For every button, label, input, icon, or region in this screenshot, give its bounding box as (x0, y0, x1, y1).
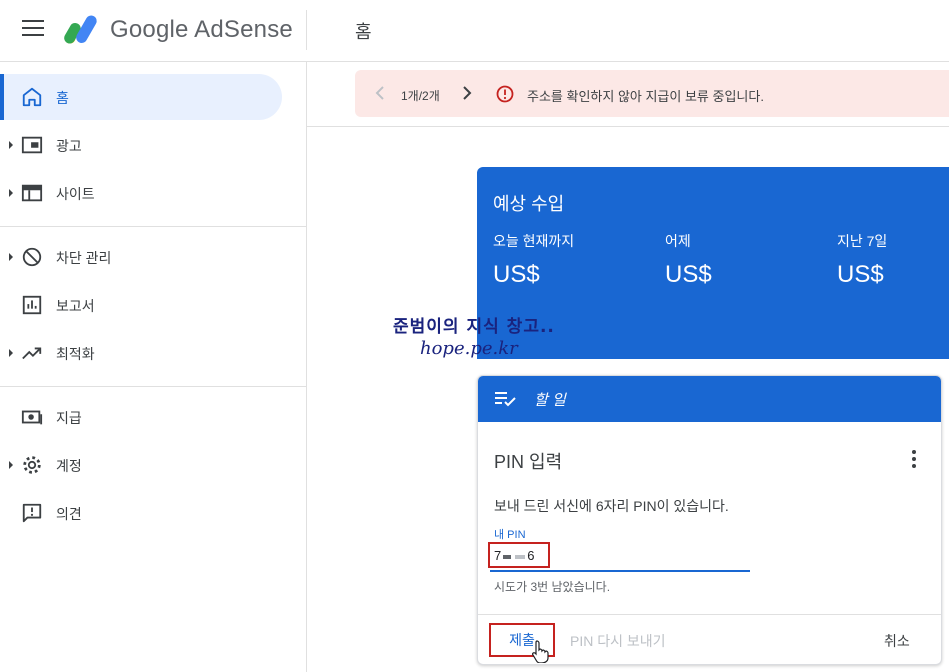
expand-caret-icon[interactable] (9, 349, 13, 357)
top-app-bar: Google AdSense 홈 (0, 0, 949, 62)
earnings-yesterday: 어제 US$ (665, 231, 712, 289)
sidebar-item-ads[interactable]: 광고 (0, 122, 282, 168)
hamburger-menu-icon[interactable] (22, 20, 44, 38)
pin-value-highlight[interactable]: 76 (488, 542, 550, 568)
sidebar-item-label: 광고 (56, 138, 82, 154)
earnings-value: US$ (665, 261, 712, 288)
sidebar-divider (0, 386, 306, 387)
ad-unit-icon (21, 136, 43, 154)
attempts-remaining: 시도가 3번 남았습니다. (494, 580, 611, 594)
more-vert-icon[interactable] (902, 448, 926, 472)
chevron-right-icon[interactable] (460, 84, 474, 102)
sidebar-item-label: 보고서 (56, 298, 95, 314)
masked-digit (515, 554, 526, 559)
block-icon (22, 247, 42, 267)
pin-card-title: PIN 입력 (494, 452, 563, 472)
pin-last-digit: 6 (527, 548, 535, 563)
sidebar-item-blocking[interactable]: 차단 관리 (0, 234, 282, 280)
sidebar-item-label: 차단 관리 (56, 250, 112, 266)
watermark-text: 준범이의 지식 창고.. (393, 317, 555, 337)
todo-header: 할 일 (478, 376, 941, 422)
earnings-last-7-days: 지난 7일 US$ (837, 231, 887, 289)
earnings-label: 어제 (665, 233, 691, 249)
expand-caret-icon[interactable] (9, 141, 13, 149)
header-divider (306, 10, 307, 50)
earnings-title: 예상 수입 (493, 194, 565, 214)
payment-hold-alert: 1개/2개 주소를 확인하지 않아 지급이 보류 중입니다. (355, 70, 949, 117)
page-title: 홈 (355, 22, 372, 42)
sidebar-item-optimization[interactable]: 최적화 (0, 330, 282, 376)
sidebar-item-label: 최적화 (56, 346, 95, 362)
chevron-left-icon[interactable] (373, 84, 387, 102)
alert-message: 주소를 확인하지 않아 지급이 보류 중입니다. (527, 89, 764, 104)
sidebar-item-label: 사이트 (56, 186, 95, 202)
alert-counter: 1개/2개 (401, 89, 440, 103)
expand-caret-icon[interactable] (9, 253, 13, 261)
todo-actions: 제출 PIN 다시 보내기 취소 (478, 614, 941, 664)
sidebar-item-reports[interactable]: 보고서 (0, 282, 282, 328)
pin-field-label: 내 PIN (494, 529, 526, 541)
todo-title: 할 일 (534, 392, 566, 409)
earnings-value: US$ (493, 261, 540, 288)
trending-up-icon (22, 347, 42, 360)
bar-chart-icon (22, 295, 42, 315)
earnings-label: 오늘 현재까지 (493, 233, 575, 249)
brand-name: Google AdSense (110, 16, 293, 43)
pin-first-digit: 7 (494, 548, 502, 563)
todo-card: 할 일 PIN 입력 보내 드린 서신에 6자리 PIN이 있습니다. 내 PI… (477, 375, 942, 665)
pin-description: 보내 드린 서신에 6자리 PIN이 있습니다. (494, 498, 729, 514)
active-indicator (0, 74, 4, 120)
expand-caret-icon[interactable] (9, 461, 13, 469)
gear-icon (23, 456, 41, 474)
error-icon (496, 85, 514, 103)
watermark-url: hope.pe.kr (420, 338, 518, 359)
sidebar-item-sites[interactable]: 사이트 (0, 170, 282, 216)
sidebar-item-feedback[interactable]: 의견 (0, 490, 282, 536)
sidebar-divider (0, 226, 306, 227)
home-icon (22, 87, 42, 107)
feedback-icon (22, 503, 42, 523)
sidebar-item-payments[interactable]: 지급 (0, 394, 282, 440)
main-content: 1개/2개 주소를 확인하지 않아 지급이 보류 중입니다. 예상 수입 오늘 … (307, 62, 949, 672)
earnings-today: 오늘 현재까지 US$ (493, 231, 574, 289)
cancel-button[interactable]: 취소 (884, 631, 910, 651)
payments-icon (21, 410, 43, 425)
adsense-logo-icon (64, 15, 97, 44)
earnings-value: US$ (837, 261, 884, 288)
web-icon (21, 184, 43, 202)
sidebar: 홈 광고 사이트 차단 관리 보고서 최적화 지급 계정 의견 (0, 62, 307, 672)
sidebar-item-account[interactable]: 계정 (0, 442, 282, 488)
sidebar-item-home[interactable]: 홈 (0, 74, 282, 120)
resend-pin-button[interactable]: PIN 다시 보내기 (570, 631, 666, 651)
expand-caret-icon[interactable] (9, 189, 13, 197)
hand-cursor-icon (532, 640, 549, 663)
sidebar-item-label: 지급 (56, 410, 82, 426)
playlist-check-icon (495, 392, 516, 407)
masked-digit (503, 554, 512, 559)
alert-strip: 1개/2개 주소를 확인하지 않아 지급이 보류 중입니다. (307, 62, 949, 127)
sidebar-item-label: 의견 (56, 506, 82, 522)
sidebar-item-label: 홈 (56, 90, 69, 106)
earnings-label: 지난 7일 (837, 233, 888, 249)
sidebar-item-label: 계정 (56, 458, 82, 474)
